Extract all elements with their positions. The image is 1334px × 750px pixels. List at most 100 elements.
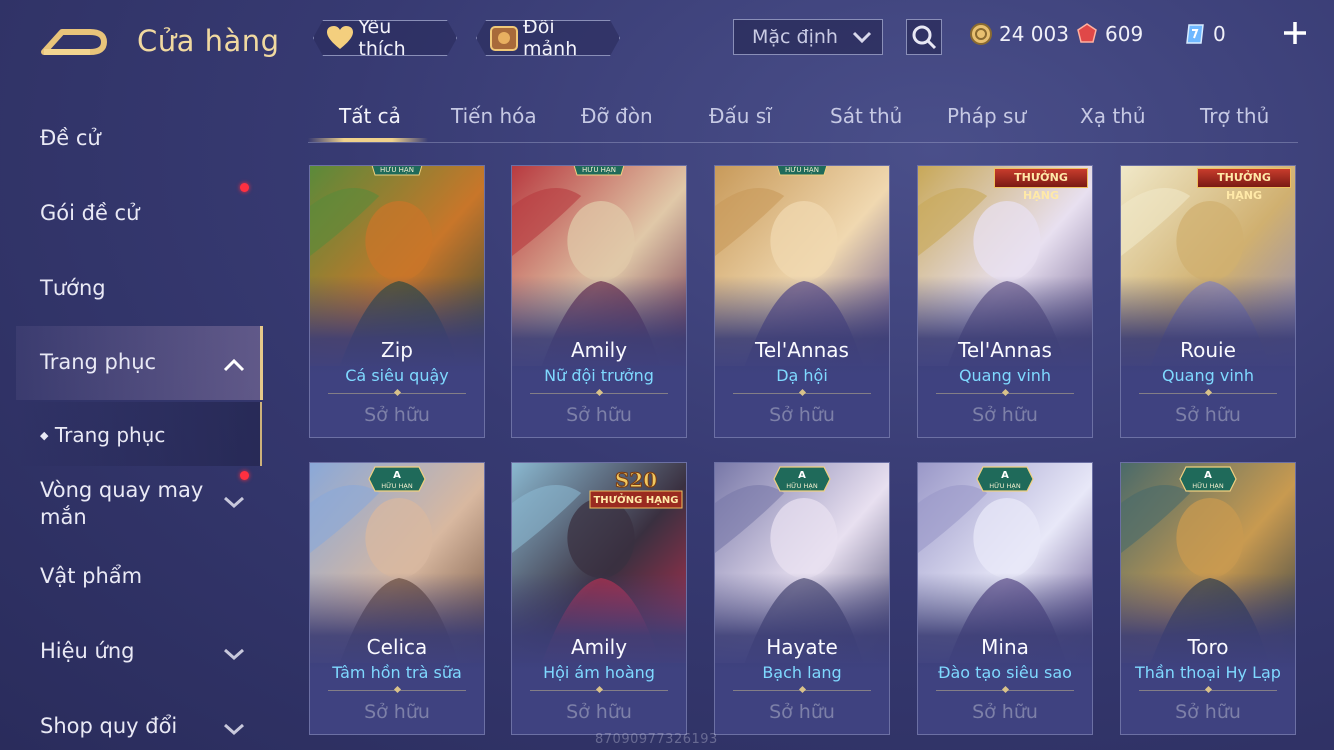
chevron-down-icon [852,31,872,43]
svg-text:HỮU HẠN: HỮU HẠN [786,481,818,490]
skin-card[interactable]: A HỮU HẠN Hayate Bạch lang Sở hữu [714,462,890,735]
skin-name: Nữ đội trưởng [544,366,654,385]
card-divider [733,690,871,691]
voucher-icon [1186,24,1204,44]
active-tab-indicator [308,138,428,142]
ownership-status: Sở hữu [566,701,632,723]
sidebar-item-skins[interactable]: Trang phục [40,350,245,374]
watermark: 87090977326193 [595,732,718,747]
hero-name: Tel'Annas [958,338,1052,362]
shard-label: Đổi mảnh [523,16,578,60]
category-tabs: Tất cả Tiến hóa Đỡ đòn Đấu sĩ Sát thủ Ph… [308,96,1298,143]
card-divider [1139,393,1277,394]
svg-text:A: A [393,470,401,481]
page-title: Cửa hàng [137,24,280,58]
svg-text:THƯỞNG HẠNG: THƯỞNG HẠNG [593,492,678,506]
skin-card[interactable]: THƯỞNG HẠNG Rouie Quang vinh Sở hữu [1120,165,1296,438]
skin-name: Quang vinh [1161,366,1255,385]
tab-all[interactable]: Tất cả [339,104,401,128]
sidebar-item-exchange-shop[interactable]: Shop quy đổi [40,714,245,738]
svg-text:A: A [1001,470,1009,481]
ownership-status: Sở hữu [1175,404,1241,426]
tab-fighter[interactable]: Đấu sĩ [709,104,772,128]
grade-a-limited-badge-icon: AHỮU HẠN [976,466,1034,492]
voucher-currency: 0 [1183,22,1226,46]
card-divider [328,393,466,394]
hero-name: Rouie [1180,338,1236,362]
skin-name: Hội ám hoàng [543,663,655,682]
skin-card[interactable]: THƯỞNG HẠNG Tel'Annas Quang vinh Sở hữu [917,165,1093,438]
sort-selected-value: Mặc định [752,26,838,48]
skin-card[interactable]: HỮU HẠN Amily Nữ đội trưởng Sở hữu [511,165,687,438]
grade-a-limited-badge-icon: AHỮU HẠN [773,466,831,492]
skin-name: Quang vinh [958,366,1052,385]
top-up-button[interactable] [1280,18,1310,52]
skin-card[interactable]: HỮU HẠN Tel'Annas Dạ hội Sở hữu [714,165,890,438]
sidebar-item-bundles[interactable]: Gói đề cử [40,201,139,225]
sidebar-item-label: Tướng [40,276,106,300]
notification-dot [240,471,249,480]
tab-assassin[interactable]: Sát thủ [830,104,902,128]
hero-name: Amily [570,635,628,659]
gold-currency: 24 003 [969,22,1069,46]
sidebar-subitem-skins[interactable]: ◆ Trang phục [40,423,165,447]
gold-coin-icon [970,23,992,45]
heart-icon [326,24,354,52]
sidebar-item-heroes[interactable]: Tướng [40,276,106,300]
skin-card[interactable]: A HỮU HẠN Toro Thần thoại Hy Lạp Sở hữu [1120,462,1296,735]
rank-reward-badge-icon: THƯỞNG HẠNG [1197,168,1291,202]
sidebar-item-label: Shop quy đổi [40,714,178,738]
card-divider [936,690,1074,691]
grade-a-limited-badge-icon: AHỮU HẠN [1179,466,1237,492]
chevron-down-icon [224,723,244,736]
favorite-button[interactable]: Yêu thích [313,20,457,56]
tab-evolution[interactable]: Tiến hóa [451,104,537,128]
hero-name: Amily [570,338,628,362]
card-divider [936,393,1074,394]
grade-a-limited-badge-icon: AHỮU HẠN [368,466,426,492]
back-button[interactable] [40,22,110,62]
sort-dropdown[interactable]: Mặc định [733,19,883,55]
svg-text:S20: S20 [615,468,657,492]
back-arrow-icon [41,29,107,55]
search-icon [912,25,937,50]
sidebar-item-lucky-spin[interactable]: Vòng quay may mắn [40,477,245,531]
sidebar-item-recommended[interactable]: Đề cử [40,126,101,150]
ownership-status: Sở hữu [769,701,835,723]
voucher-amount: 0 [1213,22,1226,46]
chevron-up-icon [223,358,245,372]
plus-icon [1284,22,1306,44]
card-divider [328,690,466,691]
card-divider [530,393,668,394]
skin-card[interactable]: A HỮU HẠN Celica Tâm hồn trà sữa Sở hữu [309,462,485,735]
skin-card[interactable]: S20 THƯỞNG HẠNG Amily Hội ám hoàng Sở hữu [511,462,687,735]
skin-card[interactable]: A HỮU HẠN Mina Đào tạo siêu sao Sở hữu [917,462,1093,735]
tab-mage[interactable]: Pháp sư [947,104,1026,128]
season-20-rank-reward-badge-icon: S20THƯỞNG HẠNG [589,468,683,509]
svg-text:HỮU HẠN: HỮU HẠN [582,165,616,174]
notification-dot [240,183,249,192]
tab-marksman[interactable]: Xạ thủ [1080,104,1146,128]
svg-text:HỮU HẠN: HỮU HẠN [989,481,1021,490]
hero-name: Tel'Annas [755,338,849,362]
chevron-down-icon [224,496,244,509]
search-button[interactable] [906,19,942,55]
card-divider [733,393,871,394]
skin-name: Thần thoại Hy Lạp [1135,663,1281,682]
tab-support[interactable]: Trợ thủ [1200,104,1269,128]
skin-name: Tâm hồn trà sữa [332,663,462,682]
skin-card[interactable]: HỮU HẠN Zip Cá siêu quậy Sở hữu [309,165,485,438]
ownership-status: Sở hữu [364,701,430,723]
tab-tank[interactable]: Đỡ đòn [581,104,653,128]
ruby-amount: 609 [1105,22,1144,46]
gold-amount: 24 003 [999,22,1069,46]
skin-name: Dạ hội [776,366,828,385]
svg-text:HỮU HẠN: HỮU HẠN [1192,481,1224,490]
bullet-diamond-icon: ◆ [40,429,49,442]
card-divider [1139,690,1277,691]
shard-exchange-button[interactable]: Đổi mảnh [476,20,620,56]
ownership-status: Sở hữu [364,404,430,426]
svg-text:HỮU HẠN: HỮU HẠN [381,481,413,490]
sidebar-item-items[interactable]: Vật phẩm [40,564,142,588]
sidebar-item-effects[interactable]: Hiệu ứng [40,639,245,663]
